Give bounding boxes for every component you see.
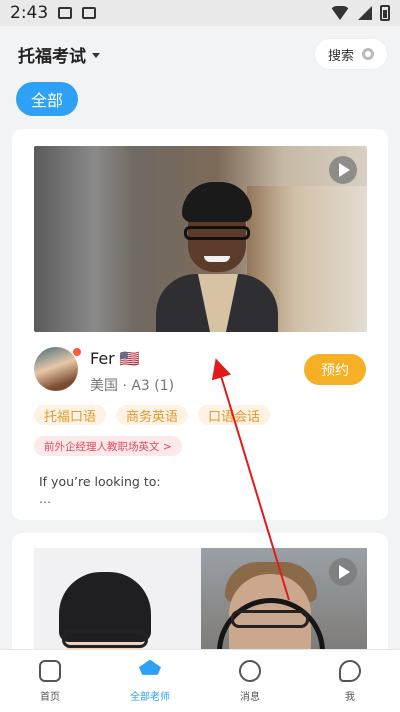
nav-label: 全部老师 xyxy=(130,691,170,703)
page-title: 托福考试 xyxy=(18,47,86,67)
status-time: 2:43 xyxy=(10,3,49,23)
chevron-down-icon xyxy=(92,53,100,58)
tag-list: 托福口语 商务英语 口语会话 xyxy=(34,405,271,425)
nav-label: 消息 xyxy=(240,691,260,703)
teacher-person xyxy=(156,182,278,332)
online-status-dot xyxy=(72,347,82,357)
nav-home[interactable]: 首页 xyxy=(0,650,100,712)
gallery-icon xyxy=(58,7,73,19)
exam-selector[interactable]: 托福考试 xyxy=(18,42,100,67)
profile-icon xyxy=(339,659,361,682)
teacher-intro: If you’re looking to: ... xyxy=(39,473,161,507)
nav-all-teachers[interactable]: 全部老师 xyxy=(100,650,200,712)
book-button[interactable]: 预约 xyxy=(304,354,366,385)
nav-me[interactable]: 我 xyxy=(300,650,400,712)
app-notification-icon xyxy=(82,7,97,19)
search-label: 搜索 xyxy=(327,48,354,64)
play-icon[interactable] xyxy=(329,156,357,184)
teacher-video-thumbnail[interactable] xyxy=(34,146,367,332)
teacher-card[interactable]: Fer 🇺🇸 美国 · A3 (1) 预约 托福口语 商务英语 口语会话 前外企… xyxy=(12,129,388,520)
header: 托福考试 搜索 xyxy=(0,26,400,82)
bottom-nav: 首页 全部老师 消息 我 xyxy=(0,649,400,712)
signal-icon xyxy=(358,6,372,20)
home-icon xyxy=(39,659,61,682)
filter-chip-all[interactable]: 全部 xyxy=(16,82,78,116)
tag: 托福口语 xyxy=(34,405,107,425)
search-button[interactable]: 搜索 xyxy=(314,38,388,70)
nav-label: 首页 xyxy=(40,691,60,703)
highlight-pill[interactable]: 前外企经理人教职场英文 > xyxy=(34,436,182,456)
wifi-icon xyxy=(330,6,350,20)
intro-line: ... xyxy=(39,491,51,506)
battery-icon xyxy=(380,5,390,21)
graduation-cap-icon xyxy=(139,659,161,675)
teacher-name: Fer 🇺🇸 xyxy=(90,349,140,368)
nav-label: 我 xyxy=(345,691,355,703)
chat-icon xyxy=(239,659,261,682)
tag: 商务英语 xyxy=(116,405,189,425)
status-bar: 2:43 xyxy=(0,0,400,26)
intro-line: If you’re looking to: xyxy=(39,474,161,489)
teacher-meta: 美国 · A3 (1) xyxy=(90,378,175,394)
tag: 口语会话 xyxy=(198,405,271,425)
search-icon xyxy=(362,48,374,60)
nav-messages[interactable]: 消息 xyxy=(200,650,300,712)
play-icon[interactable] xyxy=(329,558,357,586)
